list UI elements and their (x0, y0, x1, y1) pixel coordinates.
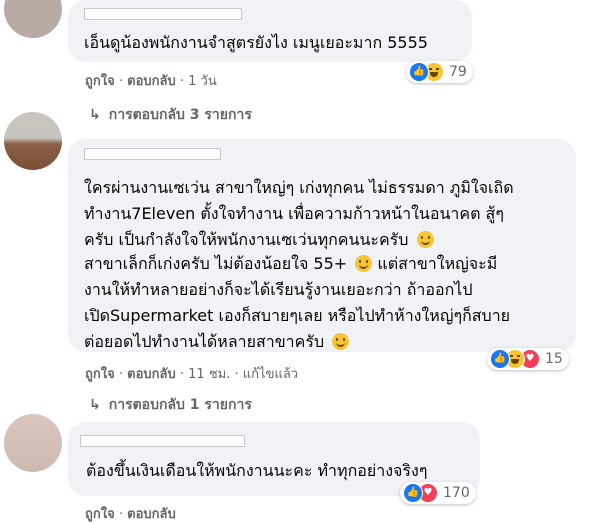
comment-text: ต้องขึ้นเงินเดือนให้พนักงานนะคะ ทำทุกอย่… (86, 461, 428, 480)
comment-line-text: แต่สาขาใหญ่จะมี (377, 254, 498, 273)
reaction-summary[interactable]: 👍 79 (406, 61, 473, 83)
comment-line-text: ต่อยอดไปทำงานได้หลายสาขาครับ (84, 332, 325, 351)
commenter-avatar[interactable] (4, 0, 62, 38)
like-icon: 👍 (403, 483, 423, 503)
comment-line: ครับ เป็นกำลังใจให้พนักงานเซเว่นทุกคนนะค… (84, 227, 514, 253)
smile-emoji-icon (416, 231, 434, 248)
reaction-summary[interactable]: 👍 ♥ 170 (400, 482, 476, 504)
like-button[interactable]: ถูกใจ (85, 74, 115, 89)
reply-arrow-icon: ↳ (89, 107, 101, 123)
reaction-count: 170 (443, 485, 470, 501)
separator: · (118, 367, 123, 382)
reaction-summary[interactable]: 👍 ♥ 15 (487, 348, 569, 370)
comment-line: ทำงาน7Eleven ตั้งใจทำงาน เพื่อความก้าวหน… (84, 204, 504, 223)
comment-line-text: สาขาเล็กก็เก่งครับ ไม่ต้องน้อยใจ 55+ (84, 254, 348, 273)
comment-actions: ถูกใจ · ตอบกลับ (85, 503, 176, 524)
redacted-commenter-name[interactable] (80, 435, 245, 447)
separator: · (179, 367, 185, 382)
redacted-commenter-name[interactable] (84, 148, 221, 160)
like-button[interactable]: ถูกใจ (85, 367, 115, 382)
redacted-commenter-name[interactable] (84, 8, 242, 20)
commenter-avatar[interactable] (4, 112, 62, 170)
view-replies-link[interactable]: ↳ การตอบกลับ 3 รายการ (89, 104, 252, 126)
comment-bubble: ใครผ่านงานเซเว่น สาขาใหญ่ๆ เก่งทุกคน ไม่… (68, 139, 576, 352)
comment-actions: ถูกใจ · ตอบกลับ · 11 ชม. · แก้ไขแล้ว (85, 363, 298, 384)
separator: · (118, 74, 123, 89)
view-replies-link[interactable]: ↳ การตอบกลับ 1 รายการ (89, 394, 252, 416)
smile-emoji-icon (355, 255, 373, 272)
timestamp[interactable]: 11 ชม. (188, 367, 230, 382)
edited-label[interactable]: แก้ไขแล้ว (243, 367, 298, 382)
comment-line: เปิดSupermarket เองก็สบายๆเลย หรือไปทำห้… (84, 306, 511, 325)
comment-paragraph: สาขาเล็กก็เก่งครับ ไม่ต้องน้อยใจ 55+ แต่… (84, 251, 510, 355)
commenter-avatar[interactable] (4, 414, 62, 472)
like-icon: 👍 (490, 349, 510, 369)
comment-line: สาขาเล็กก็เก่งครับ ไม่ต้องน้อยใจ 55+ แต่… (84, 251, 510, 277)
comment-line: ใครผ่านงานเซเว่น สาขาใหญ่ๆ เก่งทุกคน ไม่… (84, 178, 514, 197)
reply-button[interactable]: ตอบกลับ (127, 74, 176, 89)
reply-button[interactable]: ตอบกลับ (127, 367, 176, 382)
comment-line: งานให้ทำหลายอย่างก็จะได้เรียนรู้งานเยอะก… (84, 280, 473, 299)
replies-label: การตอบกลับ 3 รายการ (108, 107, 252, 123)
comment-line: ต่อยอดไปทำงานได้หลายสาขาครับ (84, 329, 510, 355)
reaction-count: 79 (449, 64, 467, 80)
comment-bubble: เอ็นดูน้องพนักงานจำสูตรยังไง เมนูเยอะมาก… (68, 0, 472, 62)
timestamp[interactable]: 1 วัน (188, 74, 217, 89)
separator: · (179, 74, 185, 89)
comment-paragraph: ใครผ่านงานเซเว่น สาขาใหญ่ๆ เก่งทุกคน ไม่… (84, 175, 514, 253)
like-icon: 👍 (409, 62, 429, 82)
comment-actions: ถูกใจ · ตอบกลับ · 1 วัน (85, 70, 217, 91)
reply-arrow-icon: ↳ (89, 397, 101, 413)
separator: · (234, 367, 239, 382)
comment-text: เอ็นดูน้องพนักงานจำสูตรยังไง เมนูเยอะมาก… (84, 33, 428, 52)
smile-emoji-icon (332, 333, 350, 350)
replies-label: การตอบกลับ 1 รายการ (108, 397, 252, 413)
reaction-count: 15 (545, 351, 563, 367)
comment-line-text: ครับ เป็นกำลังใจให้พนักงานเซเว่นทุกคนนะค… (84, 230, 409, 249)
